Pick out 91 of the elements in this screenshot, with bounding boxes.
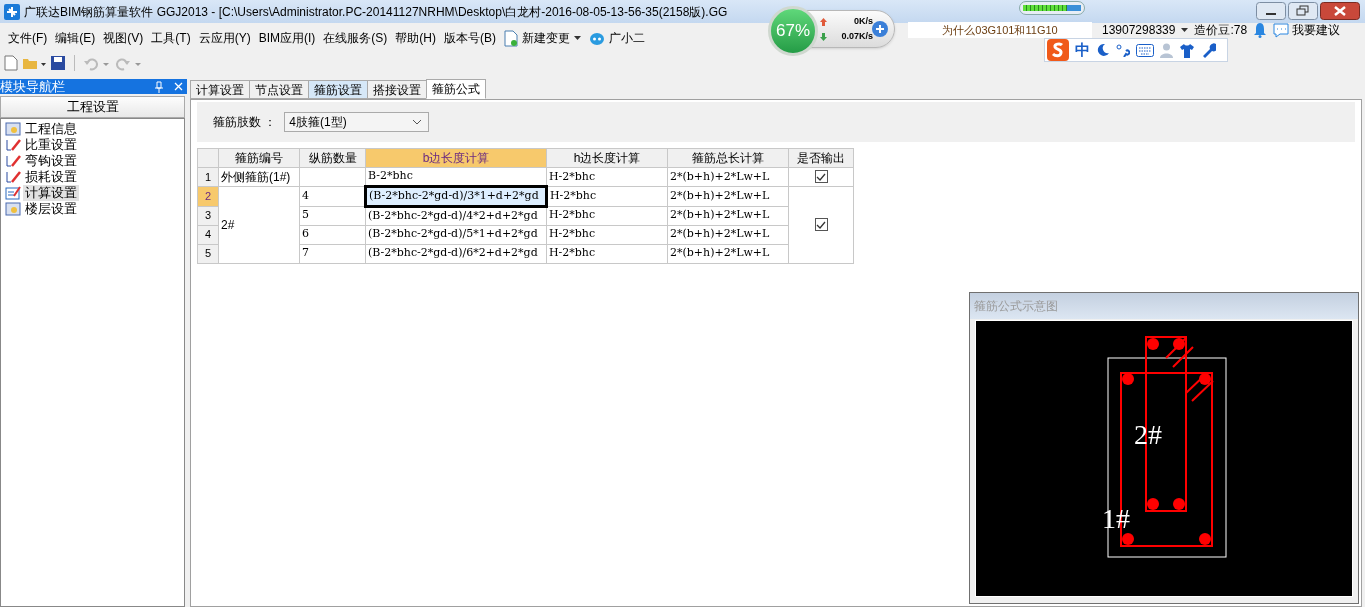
chat-icon: [1273, 22, 1290, 38]
column-header[interactable]: 箍筋总长计算: [667, 148, 789, 168]
keyboard-icon[interactable]: [1136, 43, 1154, 57]
table-cell: H-2*bhc: [546, 167, 668, 187]
column-header[interactable]: 纵筋数量: [299, 148, 366, 168]
nav-item[interactable]: 弯钩设置: [23, 153, 79, 169]
upload-arrow-icon: [820, 17, 827, 26]
pencil-icon: [5, 138, 21, 152]
column-header[interactable]: 箍筋编号: [218, 148, 300, 168]
menu-item[interactable]: 帮助(H): [391, 29, 440, 47]
plus-button[interactable]: [872, 21, 888, 37]
pin-icon[interactable]: [154, 80, 164, 93]
download-arrow-icon: [820, 32, 827, 41]
progress-meter: [1019, 1, 1085, 15]
punctuation-icon[interactable]: [1116, 43, 1130, 57]
table-cell: 2*(b+h)+2*Lw+L: [667, 186, 789, 206]
close-icon[interactable]: [174, 82, 183, 91]
table-cell: (B-2*bhc-2*gd-d)/6*2+d+2*gd: [365, 244, 547, 263]
menu-item[interactable]: 版本号(B): [440, 29, 500, 47]
menu-item[interactable]: 工具(T): [147, 29, 195, 47]
menu-item[interactable]: BIM应用(I): [254, 29, 320, 47]
nav-item[interactable]: 工程信息: [23, 121, 79, 137]
ime-logo-icon[interactable]: [1047, 39, 1069, 61]
shirt-icon[interactable]: [1179, 42, 1195, 58]
news-ticker[interactable]: 为什么03G101和11G10: [908, 22, 1092, 38]
download-speed: 0.07K/s: [840, 30, 873, 43]
caret-icon[interactable]: [574, 36, 581, 40]
account-name[interactable]: 13907298339: [1102, 21, 1176, 39]
table-cell: 5: [299, 206, 366, 225]
tab[interactable]: 计算设置: [190, 80, 250, 99]
menu-item[interactable]: 文件(F): [4, 29, 52, 47]
document-icon: [5, 202, 21, 216]
save-icon[interactable]: [50, 55, 66, 71]
nav-item[interactable]: 损耗设置: [23, 169, 79, 185]
nav-item[interactable]: 比重设置: [23, 137, 79, 153]
table-cell: 2*(b+h)+2*Lw+L: [667, 244, 789, 263]
table-cell: (B-2*bhc-2*gd-d)/4*2+d+2*gd: [365, 206, 547, 225]
table-cell: H-2*bhc: [546, 206, 668, 225]
section-button[interactable]: 工程设置: [0, 96, 185, 118]
tab[interactable]: 箍筋公式: [426, 79, 486, 99]
table-cell: H-2*bhc: [546, 186, 668, 206]
table-cell: 6: [299, 225, 366, 244]
table-cell: H-2*bhc: [546, 225, 668, 244]
document-icon: [5, 122, 21, 136]
caret-icon[interactable]: [1181, 28, 1189, 32]
table-cell: (B-2*bhc-2*gd-d)/5*1+d+2*gd: [365, 225, 547, 244]
document-icon: [504, 29, 518, 47]
table-cell: 2*(b+h)+2*Lw+L: [667, 225, 789, 244]
app-logo-icon: [4, 3, 20, 20]
panel-title: 箍筋公式示意图: [974, 298, 1058, 315]
pencil-icon: [5, 170, 21, 184]
table-cell: [299, 167, 366, 187]
table-cell: 7: [299, 244, 366, 263]
close-button[interactable]: [1320, 2, 1360, 20]
suggest-link[interactable]: 我要建议: [1273, 21, 1341, 39]
tab[interactable]: 箍筋设置: [308, 80, 368, 99]
nav-item[interactable]: 计算设置: [23, 185, 79, 201]
nav-item[interactable]: 楼层设置: [23, 201, 79, 217]
input-mode-toggle[interactable]: 中: [1075, 38, 1090, 62]
tab[interactable]: 搭接设置: [367, 80, 427, 99]
table-cell: 2*(b+h)+2*Lw+L: [667, 206, 789, 225]
chevron-down-icon: [412, 119, 423, 125]
menu-item[interactable]: 编辑(E): [51, 29, 100, 47]
beans-count: 造价豆:78: [1194, 22, 1248, 39]
table-cell: 2*(b+h)+2*Lw+L: [667, 167, 789, 187]
table-cell[interactable]: (B-2*bhc-2*gd-d)/3*1+d+2*gd: [365, 186, 547, 206]
upload-speed: 0K/s: [853, 15, 873, 28]
form-icon: [5, 186, 21, 200]
column-header[interactable]: h边长度计算: [546, 148, 668, 168]
robot-icon: [589, 30, 605, 46]
menu-item[interactable]: 在线服务(S): [319, 29, 392, 47]
moon-icon[interactable]: [1096, 43, 1110, 57]
menu-button[interactable]: 广小二: [585, 29, 649, 47]
checkbox[interactable]: [814, 170, 828, 184]
window-title: 广联达BIM钢筋算量软件 GGJ2013 - [C:\Users\Administrator.PC-20141127NRHM\Desktop\白龙村-2016-08-05-13-56-35(2158版).GG: [24, 3, 728, 21]
column-header[interactable]: b边长度计算: [365, 148, 547, 168]
tab[interactable]: 节点设置: [249, 80, 309, 99]
menu-button[interactable]: 新建变更: [500, 29, 574, 47]
checkbox[interactable]: [814, 218, 828, 231]
column-header[interactable]: 是否输出: [788, 148, 854, 168]
table-cell: 外侧箍筋(1#): [218, 167, 300, 187]
pencil-icon: [5, 154, 21, 168]
minimize-button[interactable]: [1256, 2, 1286, 20]
table-cell: H-2*bhc: [546, 244, 668, 263]
new-file-icon[interactable]: [4, 55, 18, 71]
wrench-icon[interactable]: [1201, 42, 1216, 58]
field-label: 箍筋肢数 ：: [213, 114, 277, 131]
dropdown[interactable]: 4肢箍(1型): [284, 112, 430, 132]
panel-title: 模块导航栏: [0, 79, 66, 94]
menu-item[interactable]: 云应用(Y): [194, 29, 255, 47]
menu-item[interactable]: 视图(V): [99, 29, 148, 47]
